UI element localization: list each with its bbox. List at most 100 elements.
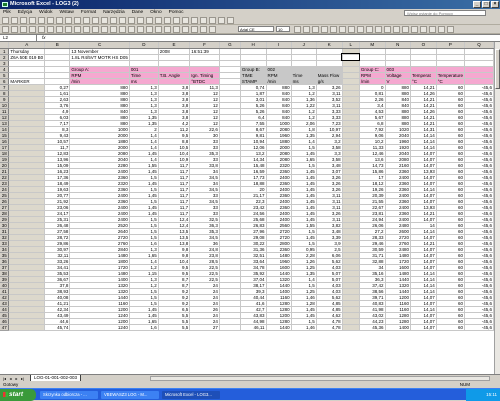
menu-item[interactable]: Dane <box>132 10 143 15</box>
toolbar-button-icon[interactable] <box>128 17 135 24</box>
toolbar-button-icon[interactable] <box>38 17 45 24</box>
cell[interactable]: 46,11 <box>240 324 267 331</box>
fx-label[interactable]: fx <box>42 35 46 41</box>
toolbar-button-icon[interactable] <box>92 17 99 24</box>
cell[interactable]: Mass Flow <box>316 72 343 79</box>
toolbar-button-icon[interactable] <box>128 26 135 33</box>
toolbar-button-icon[interactable] <box>20 17 27 24</box>
toolbar-button-icon[interactable] <box>47 26 54 33</box>
toolbar-button-icon[interactable] <box>119 26 126 33</box>
toolbar-button-icon[interactable] <box>209 17 216 24</box>
font-size-select[interactable]: 10 <box>276 26 290 32</box>
toolbar-button-icon[interactable] <box>375 26 382 33</box>
close-button[interactable]: × <box>491 1 499 8</box>
cell[interactable]: 1,6 <box>129 324 159 331</box>
cell[interactable]: 14,07 <box>410 324 437 331</box>
toolbar-button-icon[interactable] <box>164 17 171 24</box>
toolbar-button-icon[interactable] <box>92 26 99 33</box>
toolbar-button-icon[interactable] <box>110 17 117 24</box>
menu-item[interactable]: Plik <box>3 10 11 15</box>
toolbar-button-icon[interactable] <box>173 17 180 24</box>
toolbar-button-icon[interactable] <box>20 26 27 33</box>
toolbar-button-icon[interactable] <box>173 26 180 33</box>
toolbar-button-icon[interactable] <box>2 17 9 24</box>
toolbar-button-icon[interactable] <box>429 26 436 33</box>
toolbar-button-icon[interactable] <box>56 17 63 24</box>
toolbar-button-icon[interactable] <box>218 17 225 24</box>
menu-item[interactable]: Wstaw <box>59 10 73 15</box>
toolbar-button-icon[interactable] <box>411 26 418 33</box>
toolbar-button-icon[interactable] <box>303 26 310 33</box>
cell[interactable]: 45,74 <box>44 324 71 331</box>
menu-item[interactable]: Narzędzia <box>103 10 125 15</box>
menu-item[interactable]: Widok <box>39 10 52 15</box>
toolbar-button-icon[interactable] <box>209 26 216 33</box>
toolbar-button-icon[interactable] <box>294 26 301 33</box>
cell[interactable]: 1440 <box>266 324 292 331</box>
toolbar-button-icon[interactable] <box>227 17 234 24</box>
toolbar-button-icon[interactable] <box>29 17 36 24</box>
cell[interactable]: 60 <box>436 324 465 331</box>
menu-item[interactable]: Format <box>81 10 96 15</box>
toolbar-button-icon[interactable] <box>110 26 117 33</box>
toolbar-button-icon[interactable] <box>191 17 198 24</box>
toolbar-button-icon[interactable] <box>11 26 18 33</box>
toolbar-button-icon[interactable] <box>200 17 207 24</box>
maximize-button[interactable]: □ <box>482 1 490 8</box>
taskbar-item[interactable]: VBEWASZ3 LOG - M... <box>101 391 159 399</box>
vertical-scrollbar[interactable] <box>494 42 500 374</box>
toolbar-button-icon[interactable] <box>155 17 162 24</box>
toolbar-button-icon[interactable] <box>137 17 144 24</box>
toolbar-button-icon[interactable] <box>56 26 63 33</box>
toolbar-button-icon[interactable] <box>146 17 153 24</box>
cell[interactable]: 45,36 <box>359 324 386 331</box>
toolbar-button-icon[interactable] <box>438 26 445 33</box>
toolbar-button-icon[interactable] <box>182 17 189 24</box>
cell[interactable]: 4,78 <box>316 324 343 331</box>
toolbar-button-icon[interactable] <box>119 17 126 24</box>
toolbar-button-icon[interactable] <box>11 17 18 24</box>
toolbar-button-icon[interactable] <box>74 17 81 24</box>
toolbar-button-icon[interactable] <box>83 17 90 24</box>
toolbar-button-icon[interactable] <box>420 26 427 33</box>
toolbar-button-icon[interactable] <box>384 26 391 33</box>
toolbar-button-icon[interactable] <box>348 26 355 33</box>
toolbar-button-icon[interactable] <box>101 17 108 24</box>
toolbar-button-icon[interactable] <box>402 26 409 33</box>
toolbar-button-icon[interactable] <box>29 26 36 33</box>
cell[interactable]: Z6A 50E 019 B0 <box>8 54 46 61</box>
toolbar-button-icon[interactable] <box>83 26 90 33</box>
toolbar-button-icon[interactable] <box>321 26 328 33</box>
cell[interactable] <box>342 324 360 331</box>
cell[interactable]: 27 <box>189 324 220 331</box>
toolbar-button-icon[interactable] <box>447 26 454 33</box>
row-header[interactable]: 47 <box>0 324 10 331</box>
toolbar-button-icon[interactable] <box>393 26 400 33</box>
menu-item[interactable]: Edycja <box>18 10 32 15</box>
cell[interactable]: 1240 <box>69 324 130 331</box>
taskbar-item[interactable]: Skrzynka odbiorcza - ... <box>40 391 98 399</box>
font-name-select[interactable]: Arial CE <box>238 26 274 32</box>
toolbar-button-icon[interactable] <box>101 26 108 33</box>
vertical-scroll-thumb[interactable] <box>495 49 500 89</box>
toolbar-button-icon[interactable] <box>74 26 81 33</box>
start-button[interactable]: start <box>0 389 36 401</box>
cell[interactable] <box>8 324 46 331</box>
toolbar-button-icon[interactable] <box>137 26 144 33</box>
toolbar-button-icon[interactable] <box>200 26 207 33</box>
toolbar-button-icon[interactable] <box>164 26 171 33</box>
toolbar-button-icon[interactable] <box>65 26 72 33</box>
taskbar-item-active[interactable]: Microsoft Excel - LOG3... <box>162 391 220 399</box>
toolbar-button-icon[interactable] <box>155 26 162 33</box>
cell[interactable]: -45,6 <box>464 324 494 331</box>
cell[interactable]: 5,5 <box>158 324 191 331</box>
minimize-button[interactable]: _ <box>473 1 481 8</box>
toolbar-button-icon[interactable] <box>2 26 9 33</box>
cell[interactable]: 1400 <box>385 324 412 331</box>
cell[interactable]: Temperature <box>436 72 465 79</box>
cell[interactable] <box>219 324 241 331</box>
toolbar-button-icon[interactable] <box>357 26 364 33</box>
menu-item[interactable]: Pomoc <box>169 10 184 15</box>
cell[interactable]: 1,46 <box>291 324 317 331</box>
toolbar-button-icon[interactable] <box>339 26 346 33</box>
